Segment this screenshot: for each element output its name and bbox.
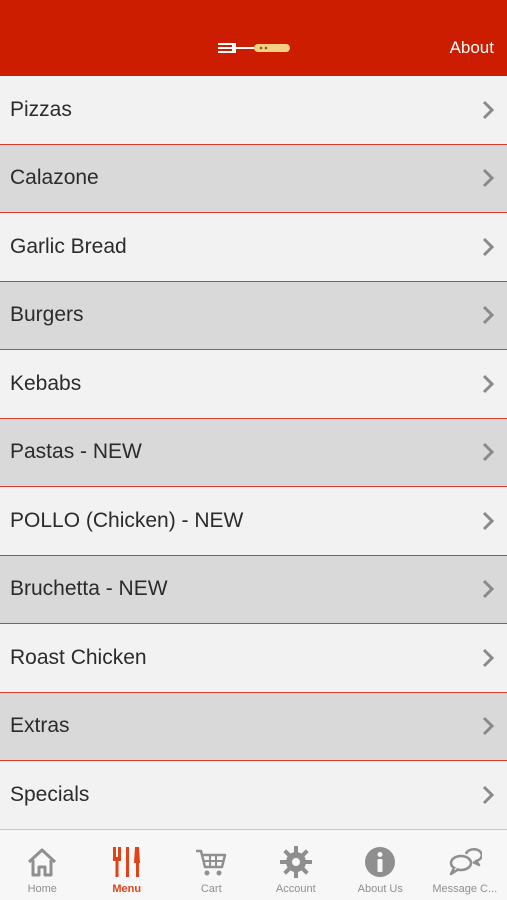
chevron-right-icon (482, 169, 495, 188)
menu-item-burgers[interactable]: Burgers (0, 281, 507, 350)
menu-item-label: Specials (10, 782, 90, 806)
tab-label: Cart (200, 883, 222, 895)
tab-label: Menu (112, 883, 142, 895)
info-icon (365, 847, 396, 877)
chevron-right-icon (482, 443, 495, 462)
chevron-right-icon (482, 717, 495, 736)
fork-knife-logo-icon (218, 43, 290, 53)
menu-item-label: Bruchetta - NEW (10, 577, 168, 601)
menu-item-label: POLLO (Chicken) - NEW (10, 508, 244, 532)
gear-icon (279, 846, 312, 878)
menu-item-label: Pastas - NEW (10, 440, 142, 464)
tab-cart[interactable]: Cart (169, 830, 254, 900)
chevron-right-icon (482, 648, 495, 667)
menu-item-pastas[interactable]: Pastas - NEW (0, 418, 507, 487)
tab-home[interactable]: Home (0, 830, 85, 900)
menu-item-extras[interactable]: Extras (0, 692, 507, 761)
tab-message-center[interactable]: Message C... (423, 830, 507, 900)
chevron-right-icon (482, 511, 495, 530)
menu-item-label: Extras (10, 714, 70, 738)
chevron-right-icon (482, 237, 495, 256)
about-link[interactable]: About (450, 38, 494, 58)
menu-item-specials[interactable]: Specials (0, 761, 507, 830)
fork-knife-icon (112, 847, 140, 877)
menu-item-roast-chicken[interactable]: Roast Chicken (0, 624, 507, 693)
chevron-right-icon (482, 785, 495, 804)
tab-menu[interactable]: Menu (85, 830, 170, 900)
bottom-tab-bar: Home Menu Cart Account About Us Message … (0, 829, 507, 900)
menu-item-label: Pizzas (10, 97, 72, 121)
menu-item-label: Calazone (10, 166, 99, 190)
tab-label: Message C... (432, 883, 498, 895)
menu-item-label: Garlic Bread (10, 234, 127, 258)
tab-label: Account (275, 883, 316, 895)
menu-item-garlic-bread[interactable]: Garlic Bread (0, 213, 507, 282)
home-icon (28, 848, 57, 877)
menu-item-label: Kebabs (10, 371, 82, 395)
menu-item-bruchetta[interactable]: Bruchetta - NEW (0, 555, 507, 624)
menu-item-pizzas[interactable]: Pizzas (0, 76, 507, 145)
tab-label: Home (27, 883, 57, 895)
menu-category-list: Pizzas Calazone Garlic Bread Burgers Keb… (0, 76, 507, 830)
chevron-right-icon (482, 100, 495, 119)
chevron-right-icon (482, 306, 495, 325)
menu-item-kebabs[interactable]: Kebabs (0, 350, 507, 419)
chat-bubbles-icon (449, 847, 482, 876)
chevron-right-icon (482, 580, 495, 599)
tab-about-us[interactable]: About Us (338, 830, 423, 900)
tab-account[interactable]: Account (254, 830, 339, 900)
menu-item-label: Burgers (10, 303, 84, 327)
app-header: About (0, 0, 507, 76)
menu-item-calazone[interactable]: Calazone (0, 144, 507, 213)
menu-item-label: Roast Chicken (10, 645, 147, 669)
tab-label: About Us (357, 883, 403, 895)
chevron-right-icon (482, 374, 495, 393)
menu-item-pollo[interactable]: POLLO (Chicken) - NEW (0, 487, 507, 556)
cart-icon (196, 849, 227, 876)
